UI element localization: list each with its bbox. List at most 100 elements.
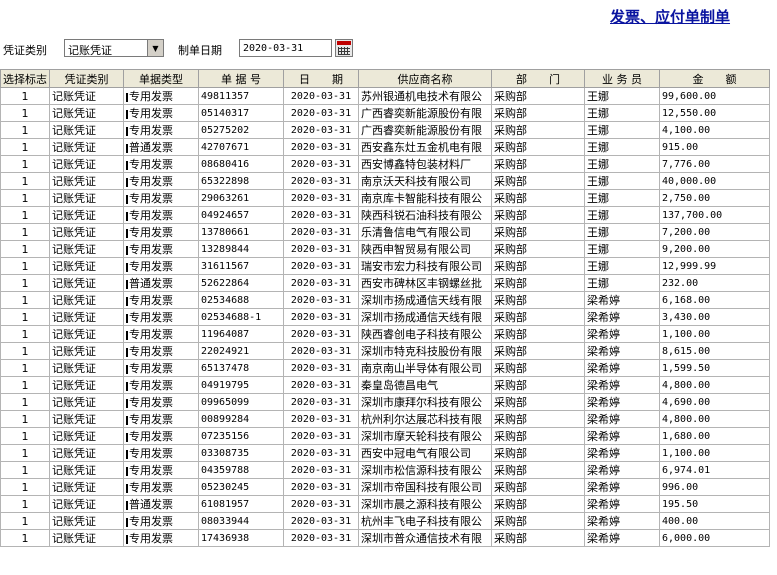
table-row[interactable]: 1 记账凭证 专用发票 49811357 2020-03-31 苏州银通机电技术有限公 采购… xyxy=(0,87,770,105)
row-marker-icon xyxy=(126,415,128,425)
row-marker-icon xyxy=(126,262,128,272)
doc-type-text: 专用发票 xyxy=(129,209,173,222)
table-row[interactable]: 1 记账凭证 专用发票 00899284 2020-03-31 杭州利尔达展芯科技有限 采购… xyxy=(0,410,770,428)
select-flag-cell[interactable]: 1 xyxy=(0,87,50,105)
column-header[interactable]: 单 据 号 xyxy=(198,69,284,88)
column-header[interactable]: 业 务 员 xyxy=(584,69,660,88)
date-cell: 2020-03-31 xyxy=(283,138,359,156)
select-flag-cell[interactable]: 1 xyxy=(0,121,50,139)
table-row[interactable]: 1 记账凭证 专用发票 07235156 2020-03-31 深圳市摩天轮科技有限公 采购… xyxy=(0,427,770,445)
select-flag-cell[interactable]: 1 xyxy=(0,206,50,224)
doc-no-cell: 29063261 xyxy=(198,189,284,207)
table-row[interactable]: 1 记账凭证 专用发票 04924657 2020-03-31 陕西科锐石油科技有限公 采购… xyxy=(0,206,770,224)
select-flag-cell[interactable]: 1 xyxy=(0,257,50,275)
column-header[interactable]: 单据类型 xyxy=(123,69,199,88)
doc-type-text: 普通发票 xyxy=(129,141,173,154)
select-flag-cell[interactable]: 1 xyxy=(0,325,50,343)
department-cell: 采购部 xyxy=(491,257,585,275)
supplier-cell: 西安鑫东灶五金机电有限 xyxy=(358,138,492,156)
column-header[interactable]: 日 期 xyxy=(283,69,359,88)
table-row[interactable]: 1 记账凭证 专用发票 05230245 2020-03-31 深圳市帝国科技有限公司 采购… xyxy=(0,478,770,496)
table-row[interactable]: 1 记账凭证 专用发票 17436938 2020-03-31 深圳市普众通信技术有限 采购… xyxy=(0,529,770,547)
table-row[interactable]: 1 记账凭证 专用发票 08680416 2020-03-31 西安博鑫特包装材料厂 采购部… xyxy=(0,155,770,173)
column-header[interactable]: 部 门 xyxy=(491,69,585,88)
doc-type-cell: 专用发票 xyxy=(123,87,199,105)
select-flag-cell[interactable]: 1 xyxy=(0,512,50,530)
table-row[interactable]: 1 记账凭证 专用发票 65322898 2020-03-31 南京沃天科技有限公司 采购部… xyxy=(0,172,770,190)
table-row[interactable]: 1 记账凭证 专用发票 09965099 2020-03-31 深圳市康拜尔科技有限公 采购… xyxy=(0,393,770,411)
select-flag-cell[interactable]: 1 xyxy=(0,478,50,496)
voucher-type-select[interactable]: 记账凭证 ▼ xyxy=(64,39,164,57)
select-flag-cell[interactable]: 1 xyxy=(0,410,50,428)
calendar-icon[interactable] xyxy=(335,39,353,57)
date-cell: 2020-03-31 xyxy=(283,495,359,513)
table-row[interactable]: 1 记账凭证 专用发票 04359788 2020-03-31 深圳市松信源科技有限公 采购… xyxy=(0,461,770,479)
column-header[interactable]: 凭证类别 xyxy=(49,69,124,88)
amount-cell: 4,100.00 xyxy=(659,121,770,139)
table-row[interactable]: 1 记账凭证 专用发票 02534688 2020-03-31 深圳市扬成通信天线有限 采购… xyxy=(0,291,770,309)
column-header[interactable]: 金 额 xyxy=(659,69,770,88)
salesperson-cell: 梁希婷 xyxy=(584,376,660,394)
select-flag-cell[interactable]: 1 xyxy=(0,461,50,479)
salesperson-cell: 梁希婷 xyxy=(584,410,660,428)
select-flag-cell[interactable]: 1 xyxy=(0,376,50,394)
select-flag-cell[interactable]: 1 xyxy=(0,359,50,377)
voucher-type-cell: 记账凭证 xyxy=(49,121,124,139)
table-row[interactable]: 1 记账凭证 普通发票 42707671 2020-03-31 西安鑫东灶五金机电有限 采购… xyxy=(0,138,770,156)
chevron-down-icon[interactable]: ▼ xyxy=(147,40,163,56)
table-row[interactable]: 1 记账凭证 专用发票 04919795 2020-03-31 秦皇岛德昌电气 采购部 梁希婷… xyxy=(0,376,770,394)
amount-cell: 4,800.00 xyxy=(659,410,770,428)
department-cell: 采购部 xyxy=(491,206,585,224)
table-row[interactable]: 1 记账凭证 专用发票 65137478 2020-03-31 南京南山半导体有限公司 采购… xyxy=(0,359,770,377)
select-flag-cell[interactable]: 1 xyxy=(0,172,50,190)
table-row[interactable]: 1 记账凭证 专用发票 03308735 2020-03-31 西安中冠电气有限公司 采购部… xyxy=(0,444,770,462)
doc-type-text: 专用发票 xyxy=(129,226,173,239)
voucher-grid: 选择标志 凭证类别 单据类型单 据 号日 期供应商名称部 门业 务 员金 额 1 记账… xyxy=(0,69,777,575)
select-flag-cell[interactable]: 1 xyxy=(0,444,50,462)
select-flag-cell[interactable]: 1 xyxy=(0,223,50,241)
salesperson-cell: 王娜 xyxy=(584,87,660,105)
select-flag-cell[interactable]: 1 xyxy=(0,342,50,360)
select-flag-cell[interactable]: 1 xyxy=(0,274,50,292)
voucher-type-cell: 记账凭证 xyxy=(49,325,124,343)
select-flag-cell[interactable]: 1 xyxy=(0,291,50,309)
voucher-type-cell: 记账凭证 xyxy=(49,189,124,207)
salesperson-cell: 梁希婷 xyxy=(584,444,660,462)
table-row[interactable]: 1 记账凭证 专用发票 22024921 2020-03-31 深圳市特克科技股份有限 采购… xyxy=(0,342,770,360)
table-row[interactable]: 1 记账凭证 普通发票 61081957 2020-03-31 深圳市晨之源科技有限公 采购… xyxy=(0,495,770,513)
doc-type-text: 专用发票 xyxy=(129,311,173,324)
salesperson-cell: 梁希婷 xyxy=(584,291,660,309)
table-row[interactable]: 1 记账凭证 专用发票 31611567 2020-03-31 瑞安市宏力科技有限公司 采购… xyxy=(0,257,770,275)
doc-type-cell: 普通发票 xyxy=(123,495,199,513)
department-cell: 采购部 xyxy=(491,529,585,547)
voucher-type-cell: 记账凭证 xyxy=(49,376,124,394)
table-row[interactable]: 1 记账凭证 专用发票 13780661 2020-03-31 乐清鲁信电气有限公司 采购部… xyxy=(0,223,770,241)
column-header[interactable]: 供应商名称 xyxy=(358,69,492,88)
select-flag-cell[interactable]: 1 xyxy=(0,529,50,547)
date-input[interactable] xyxy=(239,39,332,57)
table-row[interactable]: 1 记账凭证 专用发票 08033944 2020-03-31 杭州丰飞电子科技有限公 采购… xyxy=(0,512,770,530)
department-cell: 采购部 xyxy=(491,172,585,190)
table-row[interactable]: 1 记账凭证 专用发票 02534688-1 2020-03-31 深圳市扬成通信天线有限… xyxy=(0,308,770,326)
select-flag-cell[interactable]: 1 xyxy=(0,155,50,173)
select-flag-cell[interactable]: 1 xyxy=(0,138,50,156)
department-cell: 采购部 xyxy=(491,308,585,326)
table-row[interactable]: 1 记账凭证 专用发票 13289844 2020-03-31 陕西申智贸易有限公司 采购部… xyxy=(0,240,770,258)
select-flag-cell[interactable]: 1 xyxy=(0,495,50,513)
table-row[interactable]: 1 记账凭证 专用发票 11964087 2020-03-31 陕西睿创电子科技有限公 采购… xyxy=(0,325,770,343)
department-cell: 采购部 xyxy=(491,427,585,445)
select-flag-cell[interactable]: 1 xyxy=(0,308,50,326)
table-row[interactable]: 1 记账凭证 普通发票 52622864 2020-03-31 西安市碑林区丰钢螺丝批 采购… xyxy=(0,274,770,292)
select-flag-cell[interactable]: 1 xyxy=(0,189,50,207)
table-row[interactable]: 1 记账凭证 专用发票 05275202 2020-03-31 广西睿奕新能源股份有限 采购… xyxy=(0,121,770,139)
select-flag-cell[interactable]: 1 xyxy=(0,240,50,258)
date-cell: 2020-03-31 xyxy=(283,87,359,105)
select-flag-cell[interactable]: 1 xyxy=(0,427,50,445)
select-flag-cell[interactable]: 1 xyxy=(0,393,50,411)
amount-cell: 40,000.00 xyxy=(659,172,770,190)
column-header[interactable]: 选择标志 xyxy=(0,69,50,88)
select-flag-cell[interactable]: 1 xyxy=(0,104,50,122)
table-row[interactable]: 1 记账凭证 专用发票 05140317 2020-03-31 广西睿奕新能源股份有限 采购… xyxy=(0,104,770,122)
table-row[interactable]: 1 记账凭证 专用发票 29063261 2020-03-31 南京库卡智能科技有限公 采购… xyxy=(0,189,770,207)
doc-type-text: 专用发票 xyxy=(129,124,173,137)
